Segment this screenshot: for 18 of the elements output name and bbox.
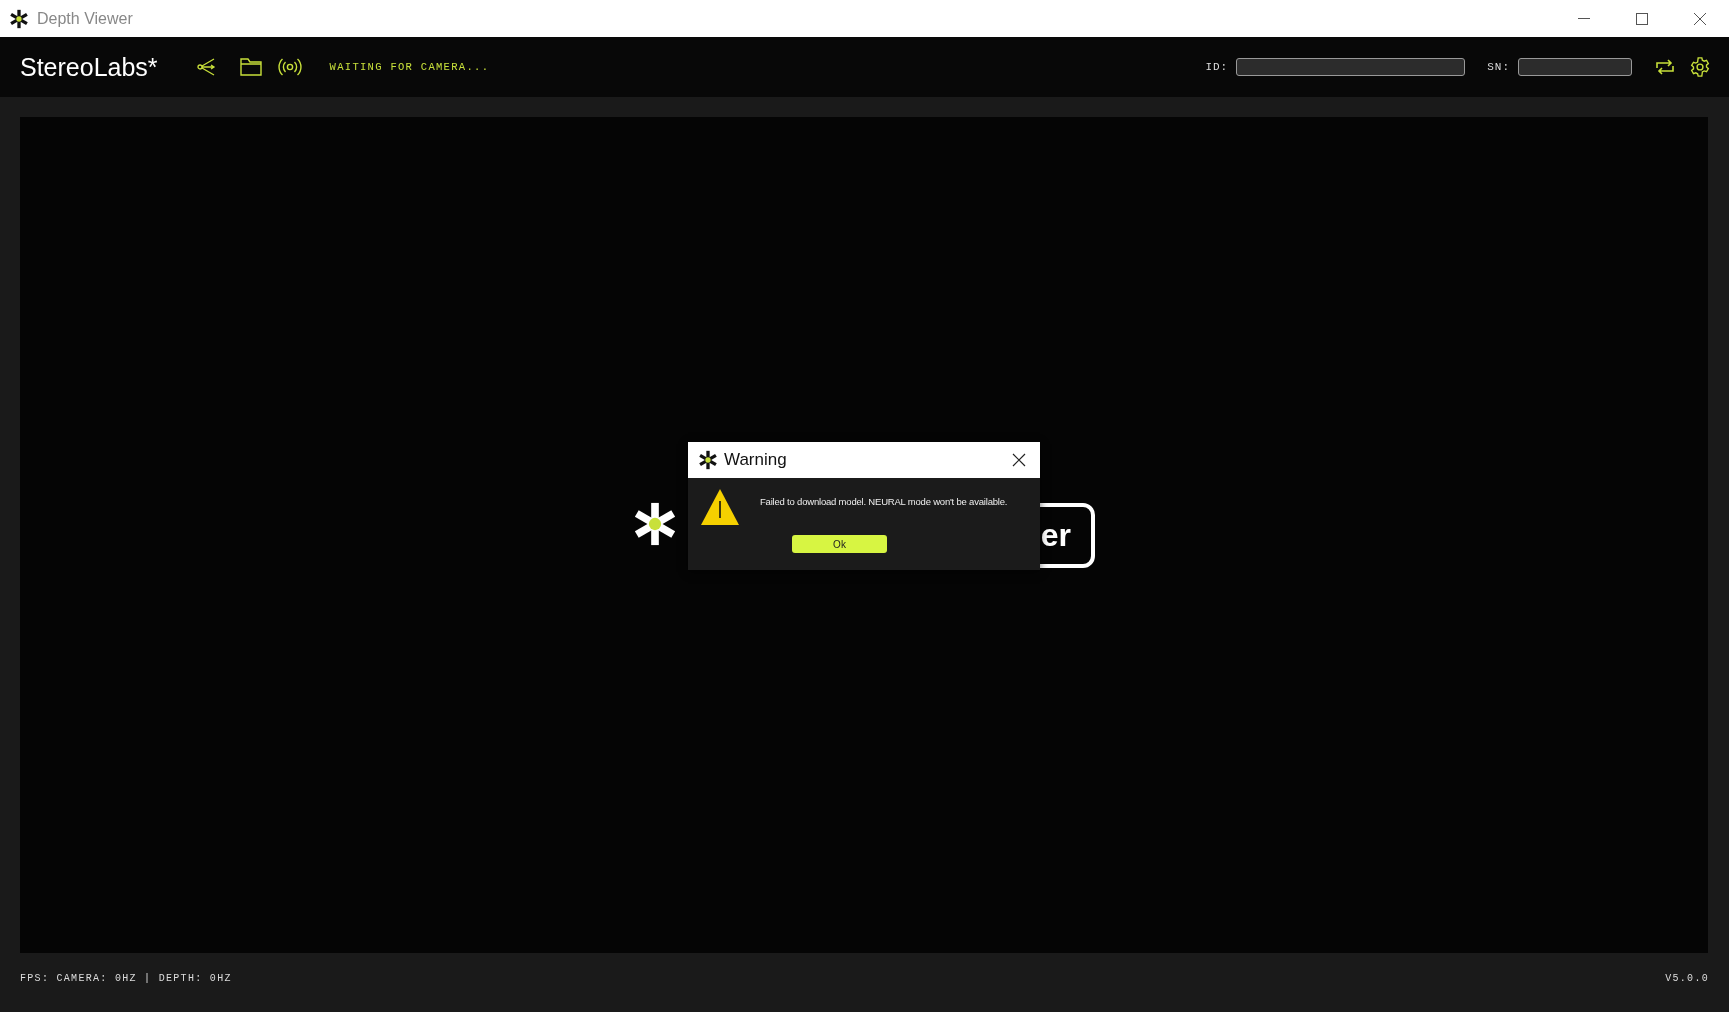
warning-icon [700,488,740,526]
version-text: V5.0.0 [1665,972,1709,984]
sn-label: SN: [1487,61,1510,73]
id-input-field[interactable] [1236,58,1466,76]
broadcast-icon[interactable] [277,57,302,77]
app-logo-icon [9,8,29,29]
camera-status-text: WAITING FOR CAMERA... [329,61,490,73]
app-logo-icon [698,450,718,470]
folder-icon[interactable] [239,57,262,77]
ok-button[interactable]: Ok [792,535,887,553]
asterisk-logo-icon [632,501,678,547]
brand-logo: StereoLabs* [20,52,158,82]
window-title: Depth Viewer [37,9,133,28]
sn-input-field[interactable] [1518,58,1632,76]
fps-status-text: FPS: CAMERA: 0HZ | DEPTH: 0HZ [20,972,232,984]
settings-icon[interactable] [1689,56,1711,78]
id-label: ID: [1205,61,1229,73]
dialog-title: Warning [724,450,787,470]
